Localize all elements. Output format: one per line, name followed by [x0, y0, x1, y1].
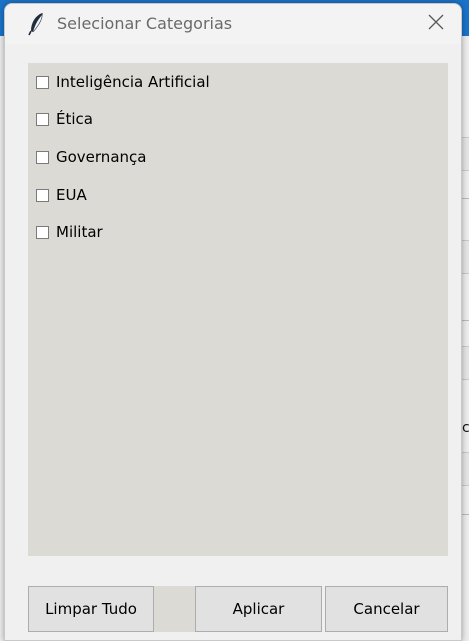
- cancel-button[interactable]: Cancelar: [325, 586, 448, 632]
- background-field: [461, 346, 469, 380]
- dialog-title: Selecionar Categorias: [57, 14, 233, 33]
- background-field: [461, 452, 469, 486]
- category-item-governance[interactable]: Governança: [36, 146, 146, 168]
- close-button[interactable]: [419, 8, 453, 40]
- category-checkbox[interactable]: [36, 188, 49, 202]
- apply-button[interactable]: Aplicar: [195, 586, 322, 632]
- button-spacer: [154, 586, 195, 632]
- category-checkbox[interactable]: [36, 225, 49, 239]
- select-categories-dialog: Selecionar Categorias Inteligência Artif…: [4, 3, 462, 641]
- feather-icon: [27, 12, 47, 36]
- background-divider: [461, 320, 469, 321]
- category-label: EUA: [56, 186, 87, 204]
- category-checkbox[interactable]: [36, 150, 49, 164]
- category-checkbox[interactable]: [36, 112, 49, 126]
- category-label: Militar: [56, 223, 103, 241]
- background-divider: [461, 514, 469, 515]
- clear-all-button[interactable]: Limpar Tudo: [28, 586, 154, 632]
- category-label: Ética: [56, 110, 93, 128]
- category-item-usa[interactable]: EUA: [36, 184, 87, 206]
- title-bar: Selecionar Categorias: [5, 4, 461, 44]
- background-cut-text: c: [462, 420, 469, 436]
- category-checkbox[interactable]: [36, 75, 49, 89]
- category-label: Governança: [56, 148, 147, 166]
- category-item-ai[interactable]: Inteligência Artificial: [36, 71, 210, 93]
- category-item-ethics[interactable]: Ética: [36, 108, 93, 130]
- category-label: Inteligência Artificial: [56, 73, 210, 91]
- background-field: [461, 240, 469, 274]
- categories-panel: Inteligência Artificial Ética Governança…: [28, 63, 448, 556]
- background-field: [461, 137, 469, 171]
- background-divider: [461, 198, 469, 199]
- close-icon: [427, 13, 445, 35]
- category-item-military[interactable]: Militar: [36, 221, 103, 243]
